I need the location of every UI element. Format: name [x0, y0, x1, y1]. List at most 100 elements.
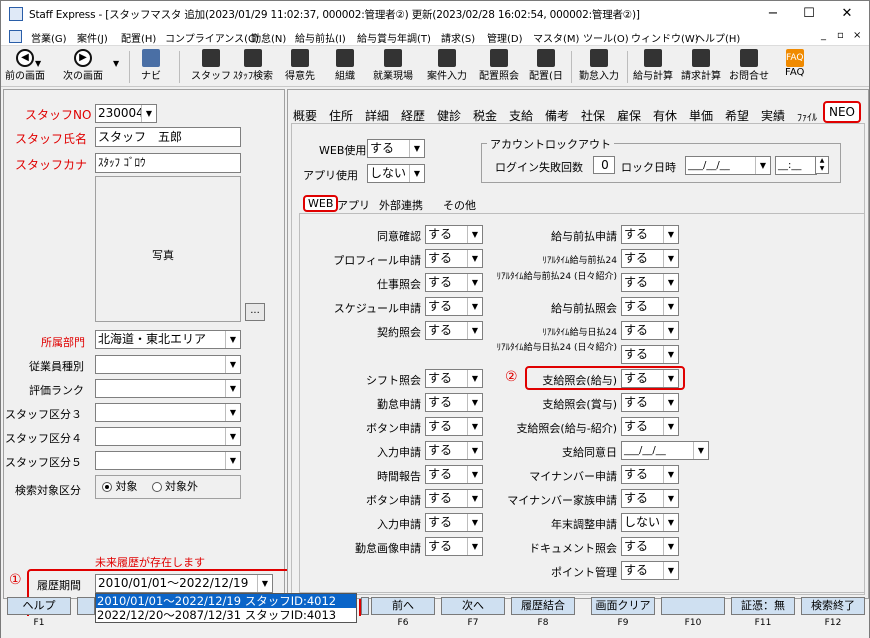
app-use-select[interactable]: しない ▼ — [367, 164, 425, 183]
tab-employment-insurance[interactable]: 雇保 — [617, 107, 641, 124]
web-use-select[interactable]: する ▼ — [367, 139, 425, 158]
period-option-1[interactable]: 2010/01/01～2022/12/19 スタッフID:4012 — [96, 594, 356, 608]
tab-payment[interactable]: 支給 — [509, 107, 533, 124]
tab-preference[interactable]: 希望 — [725, 107, 749, 124]
f10-button[interactable] — [661, 597, 725, 615]
shift-view-select[interactable]: する ▼ — [425, 369, 483, 388]
profile-request-select[interactable]: する ▼ — [425, 249, 483, 268]
photo-box[interactable]: 写真 — [95, 176, 241, 322]
f5-button[interactable] — [361, 597, 369, 615]
menu-window[interactable]: ウィンドウ(W) — [631, 30, 699, 45]
salary-calc-button[interactable]: 給与計算 — [633, 49, 673, 82]
mdi-restore-button[interactable]: ▫ — [837, 30, 844, 41]
tab-career[interactable]: 経歴 — [401, 107, 425, 124]
tab-files[interactable]: ﾌｧｲﾙ — [797, 109, 817, 124]
subtab-external[interactable]: 外部連携 — [379, 197, 423, 213]
end-search-button[interactable]: 検索終了 — [801, 597, 865, 615]
menu-compliance[interactable]: コンプライアンス(C) — [165, 30, 259, 45]
assign-view-button[interactable]: 配置照会 — [479, 49, 519, 82]
realtime-prepay-select[interactable]: する ▼ — [621, 249, 679, 268]
tab-results[interactable]: 実績 — [761, 107, 785, 124]
tab-address[interactable]: 住所 — [329, 107, 353, 124]
prev-button[interactable]: 前へ — [371, 597, 435, 615]
clear-screen-button[interactable]: 画面クリア — [591, 597, 655, 615]
category5-select[interactable]: ▼ — [95, 451, 241, 470]
menu-help[interactable]: ヘルプ(H) — [695, 30, 740, 45]
mdi-minimize-button[interactable]: _ — [821, 30, 826, 41]
input-request-2-select[interactable]: する ▼ — [425, 513, 483, 532]
subtab-other[interactable]: その他 — [443, 197, 476, 213]
lock-time-spinner[interactable]: ▲ ▼ — [815, 156, 829, 174]
schedule-request-select[interactable]: する ▼ — [425, 297, 483, 316]
tab-notes[interactable]: 備考 — [545, 107, 569, 124]
merge-history-button[interactable]: 履歴結合 — [511, 597, 575, 615]
tab-neo[interactable]: NEO — [823, 101, 862, 123]
attendance-request-select[interactable]: する ▼ — [425, 393, 483, 412]
staff-search-button[interactable]: ｽﾀｯﾌ検索 — [233, 49, 273, 82]
tab-social-insurance[interactable]: 社保 — [581, 107, 605, 124]
menu-case[interactable]: 案件(J) — [77, 30, 108, 45]
category4-select[interactable]: ▼ — [95, 427, 241, 446]
menu-admin[interactable]: 管理(D) — [487, 30, 523, 45]
rank-select[interactable]: ▼ — [95, 379, 241, 398]
subtab-app[interactable]: アプリ — [337, 197, 370, 213]
client-button[interactable]: 得意先 — [285, 49, 315, 82]
site-button[interactable]: 就業現場 — [373, 49, 413, 82]
minimize-button[interactable]: − — [761, 5, 785, 23]
pay-view-referral-select[interactable]: する ▼ — [621, 417, 679, 436]
assign-day-button[interactable]: 配置(日 — [529, 49, 563, 82]
org-button[interactable]: 組織 — [335, 49, 355, 82]
faq-button[interactable]: FAQ FAQ — [785, 49, 804, 78]
menu-payroll[interactable]: 給与賞与年調(T) — [357, 30, 431, 45]
menu-prepay[interactable]: 給与前払(I) — [295, 30, 346, 45]
mdi-close-button[interactable]: × — [853, 30, 861, 41]
point-manage-select[interactable]: する ▼ — [621, 561, 679, 580]
year-end-adjust-select[interactable]: しない ▼ — [621, 513, 679, 532]
inquiry-button[interactable]: お問合せ — [729, 49, 769, 82]
next-dropdown-icon[interactable]: ▼ — [113, 59, 119, 68]
attendance-image-select[interactable]: する ▼ — [425, 537, 483, 556]
next-screen-button[interactable]: ▶ 次の画面 — [63, 49, 103, 82]
evidence-button[interactable]: 証憑：無 — [731, 597, 795, 615]
menu-attendance[interactable]: 勤怠(N) — [251, 30, 286, 45]
lock-date-field[interactable]: ___/__/__ ▼ — [685, 156, 771, 175]
period-option-2[interactable]: 2022/12/20～2087/12/31 スタッフID:4013 — [96, 608, 356, 622]
job-view-select[interactable]: する ▼ — [425, 273, 483, 292]
menu-assign[interactable]: 配置(H) — [121, 30, 156, 45]
staff-name-input[interactable]: スタッフ 五郎 — [95, 127, 241, 147]
tab-unit-price[interactable]: 単価 — [689, 107, 713, 124]
maximize-button[interactable]: ☐ — [797, 5, 821, 23]
fail-count-field[interactable]: 0 — [593, 156, 615, 174]
input-request-select[interactable]: する ▼ — [425, 441, 483, 460]
mynumber-request-select[interactable]: する ▼ — [621, 465, 679, 484]
contract-view-select[interactable]: する ▼ — [425, 321, 483, 340]
prepay-view-select[interactable]: する ▼ — [621, 297, 679, 316]
menu-master[interactable]: マスタ(M) — [533, 30, 579, 45]
tab-detail[interactable]: 詳細 — [365, 107, 389, 124]
staff-kana-input[interactable]: ｽﾀｯﾌ ｺﾞﾛｳ — [95, 153, 241, 173]
search-target-on-radio[interactable] — [102, 482, 112, 492]
photo-browse-button[interactable]: ... — [245, 303, 265, 321]
button-request-select[interactable]: する ▼ — [425, 417, 483, 436]
realtime-prepay-daily-select[interactable]: する ▼ — [621, 273, 679, 292]
attendance-button[interactable]: 勤怠入力 — [579, 49, 619, 82]
pay-view-salary-select[interactable]: する ▼ — [621, 369, 679, 388]
tab-health[interactable]: 健診 — [437, 107, 461, 124]
category3-select[interactable]: ▼ — [95, 403, 241, 422]
document-view-select[interactable]: する ▼ — [621, 537, 679, 556]
case-input-button[interactable]: 案件入力 — [427, 49, 467, 82]
tab-paid-leave[interactable]: 有休 — [653, 107, 677, 124]
mynumber-family-select[interactable]: する ▼ — [621, 489, 679, 508]
realtime-dailypay-daily-select[interactable]: する ▼ — [621, 345, 679, 364]
close-button[interactable]: ✕ — [835, 5, 859, 23]
menu-sales[interactable]: 営業(G) — [31, 30, 67, 45]
staff-button[interactable]: スタッフ — [191, 49, 231, 82]
menu-tools[interactable]: ツール(O) — [583, 30, 629, 45]
next-button[interactable]: 次へ — [441, 597, 505, 615]
pay-view-bonus-select[interactable]: する ▼ — [621, 393, 679, 412]
billing-calc-button[interactable]: 請求計算 — [681, 49, 721, 82]
search-target-off-radio[interactable] — [151, 482, 162, 492]
lock-time-field[interactable]: __:__ — [775, 156, 817, 175]
realtime-dailypay-select[interactable]: する ▼ — [621, 321, 679, 340]
f2-button[interactable] — [77, 597, 95, 615]
